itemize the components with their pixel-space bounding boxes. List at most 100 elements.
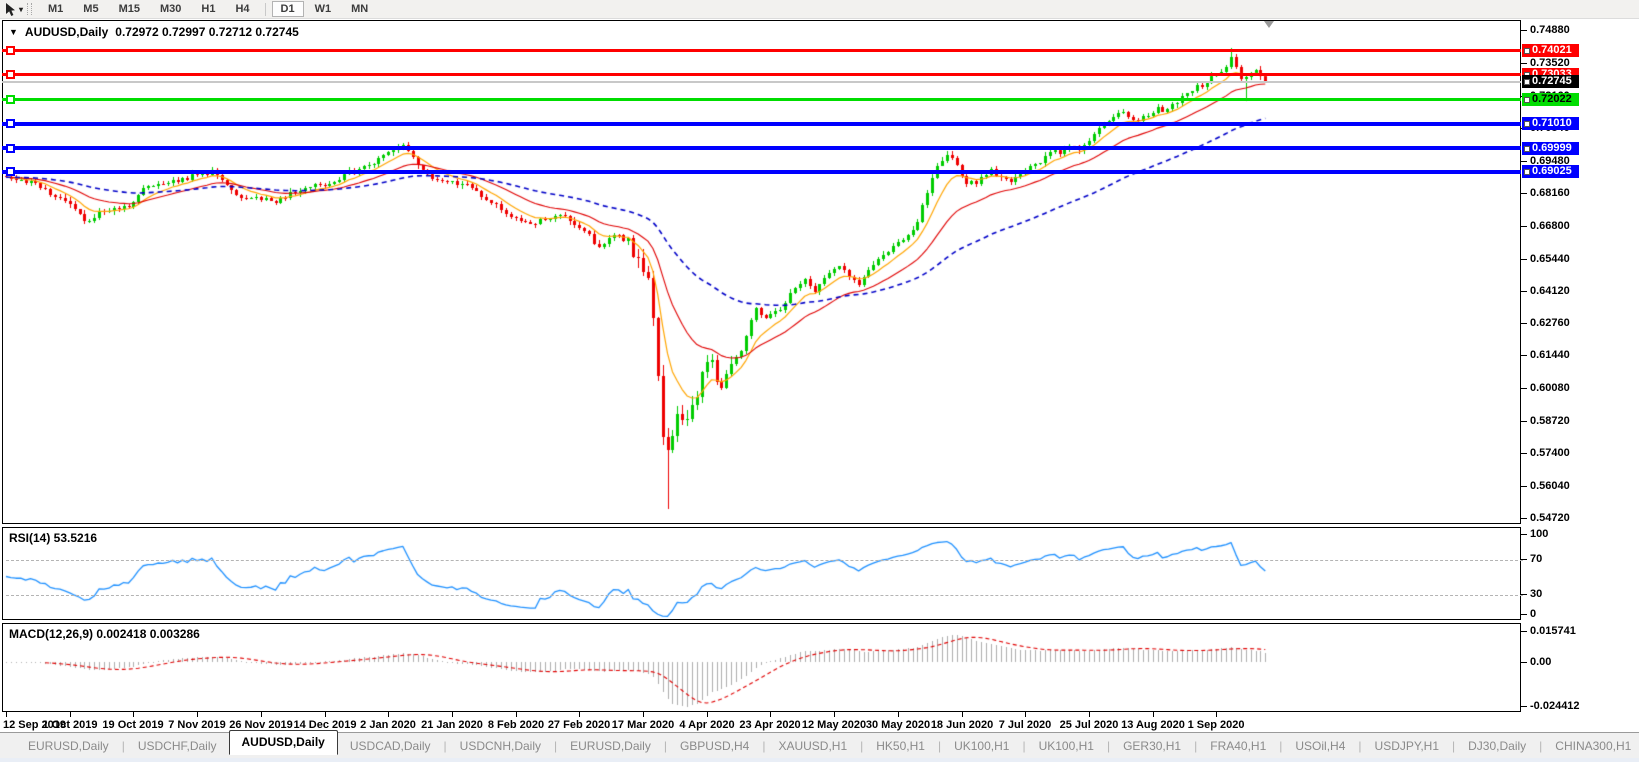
date-axis-label: 1 Oct 2019	[42, 719, 98, 731]
price-axis-tick-label: 0.62760	[1530, 317, 1570, 329]
chart-tab-usdjpy-h1-14[interactable]: USDJPY,H1	[1363, 736, 1451, 756]
rsi-axis-tick-label: 0	[1530, 608, 1537, 620]
chart-tab-bar: EURUSD,Daily | USDCHF,Daily AUDUSD,Daily USD…	[0, 730, 1639, 758]
horizontal-line-0.69999[interactable]	[2, 146, 1521, 150]
price-axis-tick-label: 0.74880	[1530, 24, 1570, 36]
price-axis-tick-label: 0.61440	[1530, 349, 1570, 361]
chart-tab-gbpusd-h4-6[interactable]: GBPUSD,H4	[668, 736, 761, 756]
price-axis-tick	[1521, 291, 1527, 292]
price-flag-notch	[1524, 146, 1530, 152]
price-chart-canvas[interactable]	[3, 21, 1520, 523]
price-flag-0.69999: 0.69999	[1522, 142, 1579, 155]
line-handle-0.73033[interactable]	[6, 70, 15, 79]
price-flag-notch	[1524, 121, 1530, 127]
price-axis-tick-label: 0.54720	[1530, 512, 1570, 524]
chart-tab-audusd-daily-2[interactable]: AUDUSD,Daily	[228, 730, 338, 755]
chart-tab-ger30-h1-11[interactable]: GER30,H1	[1111, 736, 1193, 756]
date-axis-tick	[1216, 712, 1217, 717]
chart-tab-fra40-h1-12[interactable]: FRA40,H1	[1198, 736, 1278, 756]
date-axis-tick	[898, 712, 899, 717]
rsi-canvas[interactable]	[3, 528, 1520, 619]
chart-tab-eurusd-daily-5[interactable]: EURUSD,Daily	[558, 736, 663, 756]
price-flag-bid: 0.72745	[1522, 75, 1579, 88]
macd-canvas[interactable]	[3, 624, 1520, 711]
date-axis-label: 25 Jul 2020	[1059, 719, 1119, 731]
macd-label: MACD(12,26,9) 0.002418 0.003286	[9, 627, 200, 641]
timeframe-button-mn[interactable]: MN	[342, 1, 377, 17]
timeframe-button-m5[interactable]: M5	[74, 1, 107, 17]
chart-shift-marker-icon[interactable]	[1264, 21, 1274, 28]
toolbar-grip-handle[interactable]	[27, 3, 33, 15]
date-axis-tick	[579, 712, 580, 717]
date-axis-tick	[6, 712, 7, 717]
chart-tab-usdchf-daily-1[interactable]: USDCHF,Daily	[126, 736, 229, 756]
price-axis-tick	[1521, 518, 1527, 519]
chart-title: ▼ AUDUSD,Daily 0.72972 0.72997 0.72712 0…	[9, 25, 299, 39]
date-axis-label: 2 Jan 2020	[360, 719, 416, 731]
chart-tab-china300-h1-16[interactable]: CHINA300,H1	[1543, 736, 1639, 756]
price-axis-tick-label: 0.56040	[1530, 480, 1570, 492]
timeframe-button-m15[interactable]: M15	[110, 1, 149, 17]
timeframe-button-h1[interactable]: H1	[192, 1, 224, 17]
rsi-indicator-panel[interactable]	[2, 527, 1523, 620]
date-axis-tick	[388, 712, 389, 717]
date-axis-label: 30 May 2020	[865, 719, 931, 731]
timeframe-button-d1[interactable]: D1	[271, 1, 304, 17]
line-handle-0.74021[interactable]	[6, 46, 15, 55]
macd-indicator-panel[interactable]	[2, 623, 1521, 712]
horizontal-line-0.71010[interactable]	[2, 122, 1521, 126]
price-axis-tick	[1521, 193, 1527, 194]
price-axis-tick	[1521, 161, 1527, 162]
date-axis-tick	[70, 712, 71, 717]
cursor-tool-button[interactable]: ▾	[4, 2, 23, 17]
timeframe-button-h4[interactable]: H4	[226, 1, 258, 17]
horizontal-line-0.73033[interactable]	[2, 73, 1521, 76]
price-flag-notch	[1524, 48, 1530, 54]
line-handle-0.72022[interactable]	[6, 95, 15, 104]
date-axis-tick	[261, 712, 262, 717]
date-axis-tick	[133, 712, 134, 717]
collapse-arrow-icon[interactable]: ▼	[9, 27, 18, 37]
timeframe-button-m1[interactable]: M1	[39, 1, 72, 17]
date-axis-label: 7 Nov 2019	[168, 719, 226, 731]
price-axis-tick	[1521, 453, 1527, 454]
price-axis-tick	[1521, 30, 1527, 31]
chart-tab-usdcnh-daily-4[interactable]: USDCNH,Daily	[448, 736, 553, 756]
chart-tab-xauusd-h1-7[interactable]: XAUUSD,H1	[766, 736, 859, 756]
price-axis-tick	[1521, 63, 1527, 64]
price-flag-0.74021: 0.74021	[1522, 44, 1579, 57]
chart-tab-eurusd-daily-0[interactable]: EURUSD,Daily	[16, 736, 121, 756]
chart-tab-dj30-daily-15[interactable]: DJ30,Daily	[1456, 736, 1538, 756]
cursor-icon	[6, 2, 15, 16]
ohlc-values: 0.72972 0.72997 0.72712 0.72745	[115, 25, 299, 39]
date-axis-tick	[197, 712, 198, 717]
line-handle-0.69025[interactable]	[6, 167, 15, 176]
price-axis-tick	[1521, 486, 1527, 487]
rsi-axis-tick	[1521, 594, 1527, 595]
price-axis-tick-label: 0.60080	[1530, 382, 1570, 394]
price-axis-tick	[1521, 421, 1527, 422]
macd-axis-tick-label: -0.024412	[1530, 700, 1580, 712]
price-axis-tick	[1521, 323, 1527, 324]
date-axis-tick	[452, 712, 453, 717]
chart-tab-hk50-h1-8[interactable]: HK50,H1	[864, 736, 937, 756]
horizontal-line-0.72022[interactable]	[2, 98, 1521, 101]
price-flag-0.71010: 0.71010	[1522, 117, 1579, 130]
horizontal-line-0.69025[interactable]	[2, 170, 1521, 174]
chart-tab-usoil-h4-13[interactable]: USOil,H4	[1283, 736, 1357, 756]
chart-tab-usdcad-daily-3[interactable]: USDCAD,Daily	[338, 736, 443, 756]
date-axis-label: 17 Mar 2020	[611, 719, 675, 731]
chart-tab-uk100-h1-9[interactable]: UK100,H1	[942, 736, 1021, 756]
chart-tab-uk100-h1-10[interactable]: UK100,H1	[1027, 736, 1106, 756]
date-axis-label: 1 Sep 2020	[1187, 719, 1245, 731]
date-axis-tick	[962, 712, 963, 717]
price-chart-panel[interactable]	[2, 20, 1521, 524]
timeframe-button-m30[interactable]: M30	[151, 1, 190, 17]
line-handle-0.71010[interactable]	[6, 119, 15, 128]
timeframe-button-w1[interactable]: W1	[306, 1, 341, 17]
date-axis-tick	[643, 712, 644, 717]
bid-price-line	[2, 81, 1521, 83]
date-axis-label: 19 Oct 2019	[102, 719, 164, 731]
horizontal-line-0.74021[interactable]	[2, 49, 1521, 52]
line-handle-0.69999[interactable]	[6, 144, 15, 153]
